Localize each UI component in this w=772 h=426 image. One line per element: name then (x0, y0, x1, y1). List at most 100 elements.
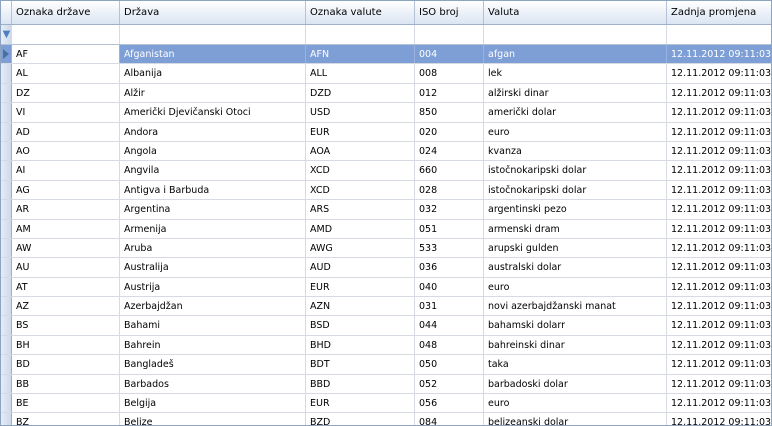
cell-drzava[interactable]: Albanija (120, 64, 306, 83)
filter-cell-valuta[interactable] (484, 25, 667, 44)
cell-drzava[interactable]: Armenija (120, 219, 306, 238)
cell-iso-broj[interactable]: 533 (415, 238, 484, 258)
cell-zadnja-promjena[interactable]: 12.11.2012 09:11:03 (667, 64, 771, 82)
row-indicator[interactable] (1, 258, 12, 277)
cell-oznaka-valute[interactable]: AMD (306, 219, 415, 238)
cell-valuta[interactable]: euro (484, 277, 667, 297)
row-indicator[interactable] (1, 122, 12, 141)
cell-iso-broj[interactable]: 044 (415, 316, 484, 335)
cell-oznaka-valute[interactable]: DZD (306, 83, 415, 103)
cell-zadnja-promjena[interactable]: 12.11.2012 09:11:03 (667, 258, 771, 276)
filter-cell-zadnja-promjena[interactable] (667, 25, 771, 44)
cell-valuta[interactable]: afgan (484, 45, 667, 64)
cell-iso-broj[interactable]: 004 (415, 45, 484, 64)
cell-valuta[interactable]: taka (484, 355, 667, 374)
table-row[interactable]: AG Antigva i Barbuda XCD 028 istočnokaripski… (1, 180, 771, 201)
table-row[interactable]: AM Armenija AMD 051 armenski dram 12.11.2012 … (1, 219, 771, 239)
row-indicator[interactable] (1, 141, 12, 161)
table-row[interactable]: AT Austrija EUR 040 euro 12.11.2012 09:11:03 (1, 277, 771, 298)
cell-valuta[interactable]: novi azerbajdžanski manat (484, 297, 667, 316)
cell-oznaka-valute[interactable]: XCD (306, 180, 415, 200)
cell-zadnja-promjena[interactable]: 12.11.2012 09:11:03 (667, 200, 771, 218)
cell-iso-broj[interactable]: 031 (415, 297, 484, 316)
cell-drzava[interactable]: Bangladeš (120, 355, 306, 374)
row-indicator[interactable] (1, 238, 12, 258)
cell-oznaka-drzave[interactable]: AO (12, 141, 120, 161)
cell-valuta[interactable]: armenski dram (484, 219, 667, 238)
cell-zadnja-promjena[interactable]: 12.11.2012 09:11:03 (667, 161, 771, 179)
cell-drzava[interactable]: Angvila (120, 161, 306, 180)
cell-zadnja-promjena[interactable]: 12.11.2012 09:11:03 (667, 220, 771, 238)
cell-valuta[interactable]: kvanza (484, 141, 667, 161)
cell-oznaka-drzave[interactable]: AW (12, 238, 120, 258)
table-row[interactable]: AL Albanija ALL 008 lek 12.11.2012 09:11:03 (1, 64, 771, 84)
filter-cell-oznaka-valute[interactable] (306, 25, 415, 44)
cell-zadnja-promjena[interactable]: 12.11.2012 09:11:03 (667, 278, 771, 296)
cell-valuta[interactable]: euro (484, 394, 667, 413)
row-indicator[interactable] (1, 297, 12, 316)
cell-drzava[interactable]: Belgija (120, 394, 306, 413)
cell-drzava[interactable]: Angola (120, 141, 306, 161)
cell-valuta[interactable]: istočnokaripski dolar (484, 161, 667, 180)
cell-oznaka-drzave[interactable]: AM (12, 219, 120, 238)
cell-drzava[interactable]: Bahrein (120, 335, 306, 355)
cell-oznaka-valute[interactable]: BSD (306, 316, 415, 335)
cell-iso-broj[interactable]: 084 (415, 413, 484, 425)
cell-iso-broj[interactable]: 048 (415, 335, 484, 355)
cell-iso-broj[interactable]: 036 (415, 258, 484, 277)
cell-oznaka-valute[interactable]: BBD (306, 374, 415, 394)
column-header-iso-broj[interactable]: ISO broj (415, 1, 484, 24)
cell-oznaka-drzave[interactable]: BS (12, 316, 120, 335)
cell-drzava[interactable]: Aruba (120, 238, 306, 258)
cell-oznaka-drzave[interactable]: AL (12, 64, 120, 83)
cell-oznaka-drzave[interactable]: BB (12, 374, 120, 394)
cell-oznaka-valute[interactable]: USD (306, 103, 415, 122)
cell-oznaka-valute[interactable]: AFN (306, 45, 415, 64)
cell-drzava[interactable]: Austrija (120, 277, 306, 297)
row-indicator[interactable] (1, 180, 12, 200)
cell-oznaka-valute[interactable]: XCD (306, 161, 415, 180)
cell-oznaka-drzave[interactable]: BH (12, 335, 120, 355)
cell-valuta[interactable]: belizeanski dolar (484, 413, 667, 425)
row-indicator[interactable] (1, 335, 12, 355)
table-row[interactable]: AF Afganistan AFN 004 afgan 12.11.2012 09:11:… (1, 45, 771, 65)
column-header-zadnja-promjena[interactable]: Zadnja promjena (667, 1, 771, 24)
cell-oznaka-drzave[interactable]: AT (12, 277, 120, 297)
row-indicator[interactable] (1, 355, 12, 374)
cell-drzava[interactable]: Andora (120, 122, 306, 141)
row-indicator[interactable] (1, 83, 12, 103)
cell-valuta[interactable]: euro (484, 122, 667, 141)
cell-zadnja-promjena[interactable]: 12.11.2012 09:11:03 (667, 123, 771, 141)
cell-drzava[interactable]: Belize (120, 413, 306, 425)
row-indicator[interactable] (1, 394, 12, 413)
cell-oznaka-valute[interactable]: EUR (306, 394, 415, 413)
row-indicator[interactable] (1, 316, 12, 335)
cell-oznaka-valute[interactable]: AZN (306, 297, 415, 316)
cell-oznaka-valute[interactable]: BHD (306, 335, 415, 355)
table-row[interactable]: AZ Azerbajdžan AZN 031 novi azerbajdžanski m… (1, 297, 771, 317)
column-header-oznaka-valute[interactable]: Oznaka valute (306, 1, 415, 24)
cell-iso-broj[interactable]: 056 (415, 394, 484, 413)
cell-zadnja-promjena[interactable]: 12.11.2012 09:11:03 (667, 239, 771, 257)
cell-iso-broj[interactable]: 028 (415, 180, 484, 200)
table-row[interactable]: AR Argentina ARS 032 argentinski pezo 12.11.2… (1, 200, 771, 220)
cell-oznaka-valute[interactable]: EUR (306, 122, 415, 141)
row-indicator[interactable] (1, 161, 12, 180)
filter-cell-oznaka-drzave[interactable] (12, 25, 120, 44)
cell-drzava[interactable]: Afganistan (120, 45, 306, 64)
cell-iso-broj[interactable]: 008 (415, 64, 484, 83)
cell-zadnja-promjena[interactable]: 12.11.2012 09:11:03 (667, 84, 771, 102)
cell-valuta[interactable]: australski dolar (484, 258, 667, 277)
cell-zadnja-promjena[interactable]: 12.11.2012 09:11:03 (667, 394, 771, 412)
cell-oznaka-valute[interactable]: ALL (306, 64, 415, 83)
cell-zadnja-promjena[interactable]: 12.11.2012 09:11:03 (667, 375, 771, 393)
cell-zadnja-promjena[interactable]: 12.11.2012 09:11:03 (667, 316, 771, 334)
cell-oznaka-drzave[interactable]: BD (12, 355, 120, 374)
table-row[interactable]: AW Aruba AWG 533 arupski gulden 12.11.2012 09… (1, 238, 771, 259)
cell-valuta[interactable]: bahreinski dinar (484, 335, 667, 355)
cell-drzava[interactable]: Bahami (120, 316, 306, 335)
table-row[interactable]: AD Andora EUR 020 euro 12.11.2012 09:11:03 (1, 122, 771, 142)
cell-oznaka-valute[interactable]: AOA (306, 141, 415, 161)
cell-oznaka-drzave[interactable]: AG (12, 180, 120, 200)
cell-valuta[interactable]: barbadoski dolar (484, 374, 667, 394)
